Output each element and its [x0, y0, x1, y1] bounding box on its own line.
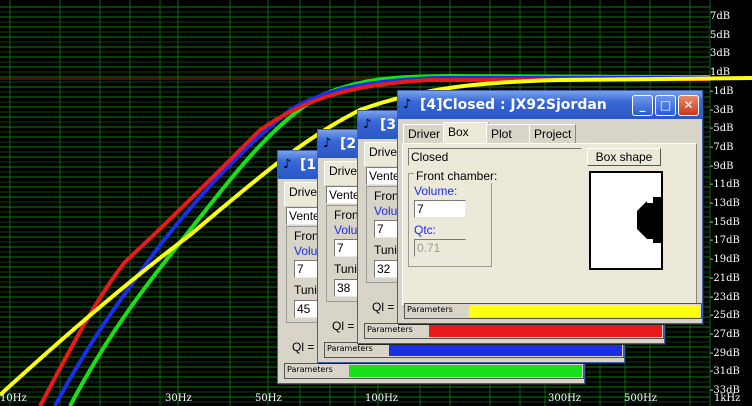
db-tick-label: -19dB — [710, 254, 740, 266]
db-tick-label: -21dB — [710, 272, 740, 284]
tab-plot[interactable]: Plot — [486, 124, 532, 145]
db-tick-label: -23dB — [710, 291, 740, 303]
app-icon: ♪ — [363, 117, 372, 132]
group-label: Fron — [294, 229, 319, 243]
db-tick-label: -13dB — [710, 198, 740, 209]
hz-tick-label: 50Hz — [255, 393, 282, 404]
close-icon[interactable]: ✕ — [678, 95, 699, 116]
db-tick-label: -25dB — [710, 310, 740, 322]
db-tick-label: -1dB — [710, 85, 734, 97]
window-4-titlebar[interactable]: ♪ [4]Closed : JX92Sjordan _ □ ✕ — [398, 91, 702, 119]
group-label: Fron — [374, 189, 399, 203]
minimize-icon[interactable]: _ — [632, 95, 653, 116]
front-chamber-label: Front chamber: — [414, 169, 500, 183]
box-shape-button[interactable]: Box shape — [587, 148, 661, 166]
tuning-label: Tuni — [334, 262, 357, 276]
db-tick-label: -3dB — [710, 104, 734, 116]
db-tick-label: -5dB — [710, 123, 734, 135]
status-bar: Parameters — [364, 323, 664, 339]
volume-label: Volu — [334, 223, 358, 237]
tuning-label: Tuni — [294, 283, 317, 297]
box-type-field: Closed — [408, 148, 582, 166]
hz-tick-label: 100Hz — [365, 393, 399, 404]
volume-label: Volu — [374, 204, 398, 218]
color-swatch — [469, 305, 700, 317]
db-tick-label: -7dB — [710, 141, 734, 153]
app-icon: ♪ — [403, 97, 412, 112]
app-icon: ♪ — [283, 157, 292, 172]
db-tick-label: -11dB — [710, 179, 740, 191]
db-tick-label: 5dB — [710, 29, 731, 41]
status-bar: Parameters — [324, 342, 624, 358]
db-tick-label: 1dB — [710, 67, 731, 79]
db-tick-label: -31dB — [710, 366, 740, 378]
color-swatch — [389, 344, 622, 356]
hz-tick-label: 300Hz — [548, 393, 582, 404]
app-icon: ♪ — [323, 136, 332, 151]
speaker-icon — [637, 197, 661, 243]
tab-driver[interactable]: Driver — [403, 124, 445, 145]
hz-tick-label: 10Hz — [0, 393, 27, 404]
tab-project[interactable]: Project — [529, 124, 577, 145]
db-tick-label: -9dB — [710, 160, 734, 172]
vented-combo[interactable]: Vente — [326, 186, 360, 204]
hz-tick-label: 500Hz — [624, 393, 658, 404]
status-bar: Parameters — [404, 303, 702, 319]
color-swatch — [349, 365, 582, 377]
status-bar: Parameters — [284, 363, 584, 379]
vented-combo[interactable]: Vente — [366, 167, 400, 185]
maximize-icon[interactable]: □ — [655, 95, 676, 116]
vented-combo[interactable]: Vente — [286, 207, 320, 225]
tuning-label: Tuni — [374, 243, 397, 257]
db-tick-label: 3dB — [710, 48, 731, 60]
qtc-label: Qtc: — [414, 223, 437, 237]
volume-label: Volume: — [414, 184, 458, 198]
db-tick-label: -17dB — [710, 235, 740, 247]
volume-label: Volu — [294, 244, 318, 258]
group-label: Fron — [334, 208, 359, 222]
box-shape-preview — [589, 171, 663, 270]
volume-input[interactable]: 7 — [414, 200, 466, 218]
hz-tick-label: 1kHz — [714, 393, 741, 404]
color-swatch — [429, 325, 662, 337]
db-tick-label: 7dB — [710, 11, 731, 22]
db-tick-label: -27dB — [710, 328, 740, 340]
qtc-field: 0.71 — [414, 239, 466, 257]
window-4-closed[interactable]: ♪ [4]Closed : JX92Sjordan _ □ ✕ Driver B… — [397, 90, 703, 324]
db-tick-label: -29dB — [710, 347, 740, 359]
hz-tick-label: 30Hz — [165, 393, 192, 404]
db-tick-label: -15dB — [710, 216, 740, 228]
